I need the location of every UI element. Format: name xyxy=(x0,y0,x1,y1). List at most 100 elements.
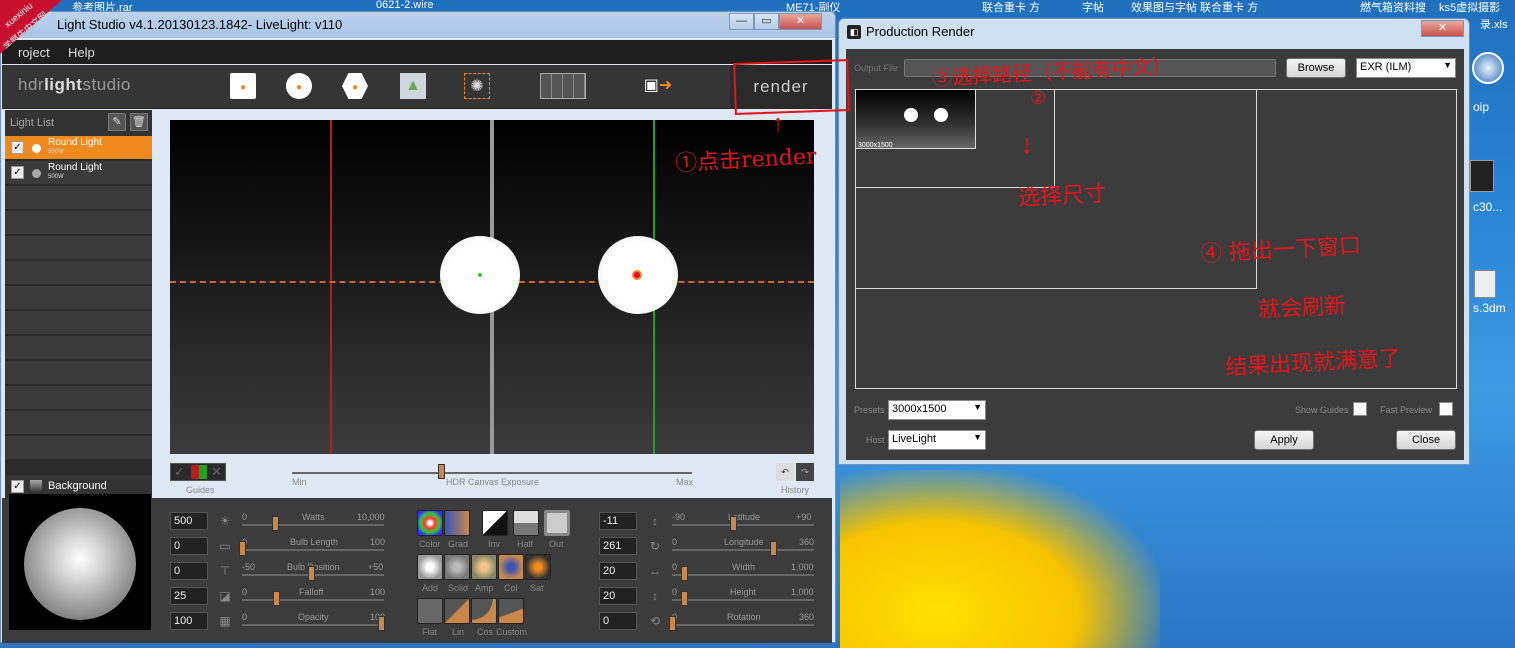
desktop-file[interactable]: 字帖 xyxy=(1082,0,1104,15)
light-visible-checkbox[interactable]: ✓ xyxy=(11,141,24,154)
add-light-icon[interactable]: ✎ xyxy=(108,113,126,131)
maximize-button[interactable]: ▭ xyxy=(754,13,779,30)
show-guides-checkbox[interactable] xyxy=(1353,402,1367,416)
longitude-thumb[interactable] xyxy=(770,541,777,556)
desktop-file[interactable]: 录.xls xyxy=(1480,16,1508,32)
height-input[interactable]: 20 xyxy=(599,587,637,605)
bulb-length-slider[interactable] xyxy=(242,549,384,551)
close-render-button[interactable]: Close xyxy=(1396,430,1456,450)
width-input[interactable]: 20 xyxy=(599,562,637,580)
menu-help[interactable]: Help xyxy=(68,45,95,60)
desktop-file[interactable]: 0621-2.wire xyxy=(376,0,433,11)
redo-icon[interactable]: ↷ xyxy=(796,463,814,481)
minimize-button[interactable]: — xyxy=(729,13,754,30)
opacity-slider[interactable] xyxy=(242,624,384,626)
falloff-thumb[interactable] xyxy=(273,591,280,606)
gradient-tool[interactable] xyxy=(444,510,470,536)
falloff-input[interactable]: 25 xyxy=(170,587,208,605)
rotation-input[interactable]: 0 xyxy=(599,612,637,630)
height-thumb[interactable] xyxy=(681,591,688,606)
round-light-spot[interactable] xyxy=(598,236,678,314)
app-icon: ◧ xyxy=(847,25,861,39)
presets-select[interactable]: 3000x1500 ▼ xyxy=(888,400,986,420)
opacity-thumb[interactable] xyxy=(378,616,385,631)
bulb-length-input[interactable]: 0 xyxy=(170,537,208,555)
watts-thumb[interactable] xyxy=(272,516,279,531)
browse-button[interactable]: Browse xyxy=(1286,58,1346,78)
guide-line-red[interactable] xyxy=(330,120,332,454)
close-button[interactable]: ✕ xyxy=(1421,20,1464,37)
latitude-thumb[interactable] xyxy=(730,516,737,531)
rotation-slider[interactable] xyxy=(672,624,814,626)
fast-preview-checkbox[interactable] xyxy=(1439,402,1453,416)
longitude-slider[interactable] xyxy=(672,549,814,551)
bulb-position-input[interactable]: 0 xyxy=(170,562,208,580)
latitude-slider[interactable] xyxy=(672,524,814,526)
guides-toggle-group[interactable]: ✓ ✕ xyxy=(170,463,226,481)
light-list-item[interactable]: ✓ Round Light 500W xyxy=(5,136,152,159)
light-visible-checkbox[interactable]: ✓ xyxy=(11,166,24,179)
desktop-file[interactable]: 联合重卡 方 xyxy=(982,0,1040,15)
add-blend-tool[interactable] xyxy=(417,554,443,580)
guide-color-icon[interactable] xyxy=(191,465,207,479)
height-slider[interactable] xyxy=(672,599,814,601)
watts-input[interactable]: 500 xyxy=(170,512,208,530)
delete-light-icon[interactable]: 🗑 xyxy=(130,113,148,131)
longitude-input[interactable]: 261 xyxy=(599,537,637,555)
empty-light-slot xyxy=(5,411,152,434)
desktop-icon-oip[interactable] xyxy=(1472,52,1504,84)
empty-light-slot xyxy=(5,361,152,384)
invert-tool[interactable] xyxy=(482,510,508,536)
desktop-icon-c30[interactable] xyxy=(1470,160,1494,192)
canvas-preset-icon[interactable] xyxy=(540,73,586,99)
guide-off-icon[interactable]: ✕ xyxy=(211,464,222,480)
lin-falloff-tool[interactable] xyxy=(444,598,470,624)
round-light-icon[interactable]: ● xyxy=(286,73,312,99)
format-select[interactable]: EXR (ILM) ▼ xyxy=(1356,58,1456,78)
latitude-input[interactable]: -11 xyxy=(599,512,637,530)
host-select[interactable]: LiveLight ▼ xyxy=(888,430,986,450)
desktop-file[interactable]: 燃气箱资料搜 xyxy=(1360,0,1426,15)
desktop-file[interactable]: ks5虚拟摄影 xyxy=(1439,0,1500,15)
hex-light-icon[interactable]: ● xyxy=(342,73,368,99)
watts-slider[interactable] xyxy=(242,524,384,526)
apply-button[interactable]: Apply xyxy=(1254,430,1314,450)
square-light-icon[interactable]: ● xyxy=(230,73,256,99)
amp-blend-tool[interactable] xyxy=(471,554,497,580)
bulb-position-thumb[interactable] xyxy=(308,566,315,581)
col-blend-tool[interactable] xyxy=(498,554,524,580)
exposure-slider[interactable] xyxy=(292,472,692,474)
background-checkbox[interactable]: ✓ xyxy=(11,480,24,493)
custom-falloff-tool[interactable] xyxy=(498,598,524,624)
show-guides-label: Show Guides xyxy=(1295,405,1349,415)
close-button[interactable]: ✕ xyxy=(779,13,822,30)
falloff-slider[interactable] xyxy=(242,599,384,601)
image-light-icon[interactable]: ▲ xyxy=(400,73,426,99)
opacity-input[interactable]: 100 xyxy=(170,612,208,630)
flat-falloff-tool[interactable] xyxy=(417,598,443,624)
solid-blend-tool[interactable] xyxy=(444,554,470,580)
thumb-size-label: 3000x1500 xyxy=(858,142,893,149)
teapot-render-icon[interactable]: ▣➜ xyxy=(642,73,674,99)
exposure-slider-thumb[interactable] xyxy=(438,464,445,479)
bulb-length-thumb[interactable] xyxy=(239,541,246,556)
color-tool[interactable] xyxy=(417,510,443,536)
title-bar[interactable]: Light Studio v4.1.20130123.1842- LiveLig… xyxy=(1,12,835,38)
format-value: EXR (ILM) xyxy=(1360,61,1412,73)
cos-falloff-tool[interactable] xyxy=(471,598,497,624)
out-tool[interactable] xyxy=(544,510,570,536)
round-light-spot[interactable] xyxy=(440,236,520,314)
half-tool[interactable] xyxy=(513,510,539,536)
desktop-file[interactable]: 效果图与字帖 联合重卡 方 xyxy=(1131,0,1258,15)
title-bar[interactable]: ◧ Production Render ✕ xyxy=(839,19,1469,45)
width-thumb[interactable] xyxy=(681,566,688,581)
guide-left-icon[interactable]: ✓ xyxy=(174,464,185,480)
sat-blend-tool[interactable] xyxy=(525,554,551,580)
rotation-thumb[interactable] xyxy=(669,616,676,631)
sunlight-icon[interactable]: ✺ xyxy=(464,73,490,99)
desktop-icon-3dm[interactable] xyxy=(1474,270,1496,298)
light-list-item[interactable]: ✓ Round Light 500W xyxy=(5,161,152,184)
menu-project[interactable]: roject xyxy=(18,45,50,60)
width-slider[interactable] xyxy=(672,574,814,576)
undo-icon[interactable]: ↶ xyxy=(776,463,794,481)
